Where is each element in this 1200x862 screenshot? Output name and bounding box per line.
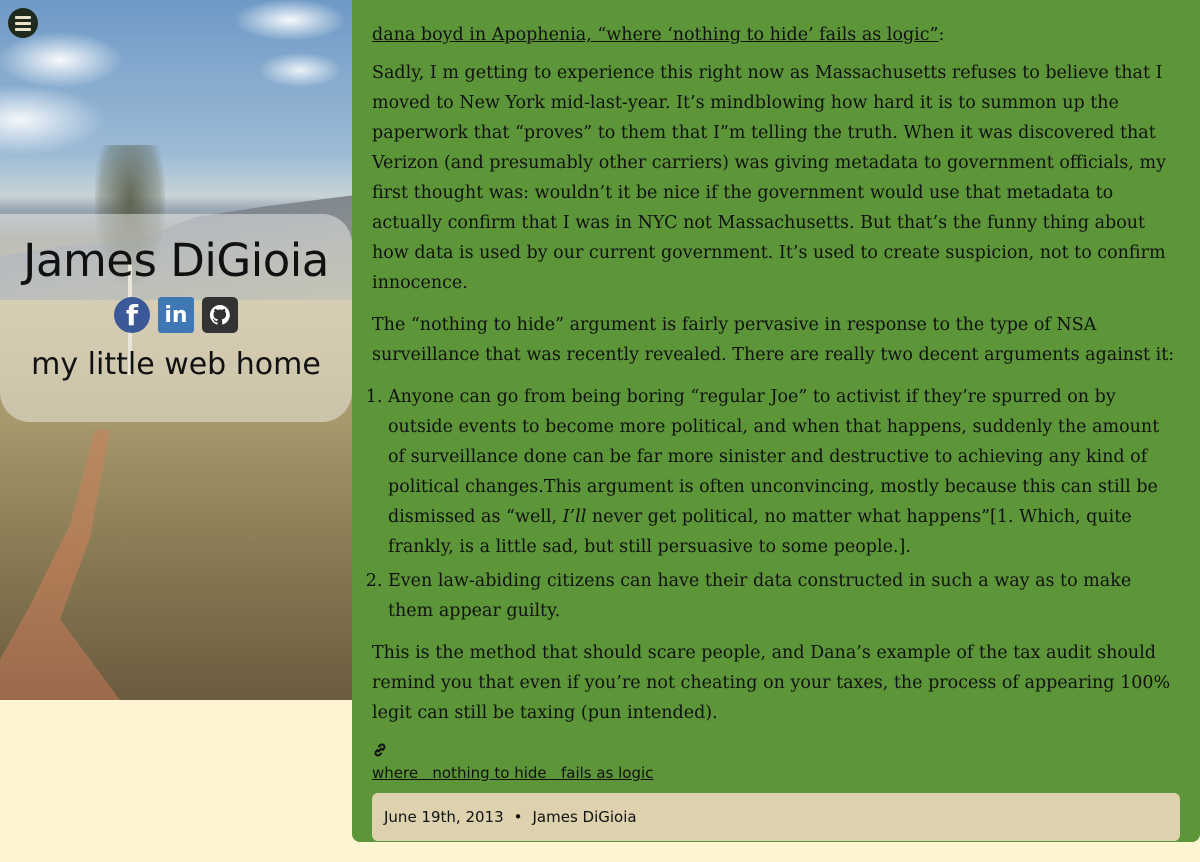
- post-date: June 19th, 2013: [384, 808, 504, 826]
- post-paragraph-2: The “nothing to hide” argument is fairly…: [372, 315, 1175, 365]
- source-link[interactable]: dana boyd in Apophenia, “where ‘nothing …: [372, 25, 939, 45]
- hamburger-icon-bar: [15, 21, 31, 25]
- hamburger-icon-bar: [15, 27, 31, 31]
- profile-card: James DiGioia f in my little web home: [0, 214, 352, 422]
- tag-link[interactable]: where nothing to hide fails as logic: [372, 764, 653, 782]
- post-tags: where nothing to hide fails as logic: [372, 763, 1180, 783]
- post-paragraph-1: Sadly, I m getting to experience this ri…: [372, 63, 1166, 293]
- list-item-1-emphasis: I’ll: [562, 507, 587, 527]
- post-card: dana boyd in Apophenia, “where ‘nothing …: [352, 0, 1200, 842]
- post-source: dana boyd in Apophenia, “where ‘nothing …: [372, 20, 1180, 50]
- list-item: Even law-abiding citizens can have their…: [388, 566, 1180, 626]
- github-icon[interactable]: [202, 297, 238, 333]
- argument-list: Anyone can go from being boring “regular…: [372, 382, 1180, 626]
- site-tagline: my little web home: [31, 347, 321, 382]
- list-item-1-text: Anyone can go from being boring “regular…: [388, 387, 1160, 527]
- social-links: f in: [0, 297, 352, 333]
- list-item: Anyone can go from being boring “regular…: [388, 382, 1180, 562]
- source-suffix: :: [938, 25, 945, 45]
- facebook-icon[interactable]: f: [114, 297, 150, 333]
- link-icon[interactable]: [372, 742, 1180, 763]
- menu-button[interactable]: [8, 8, 38, 38]
- hamburger-icon-bar: [15, 15, 31, 19]
- post-paragraph-3: This is the method that should scare peo…: [372, 643, 1171, 723]
- meta-separator: •: [513, 808, 523, 826]
- github-icon-glyph: [209, 304, 230, 325]
- post-author: James DiGioia: [532, 808, 637, 826]
- link-icon-glyph: [374, 743, 386, 757]
- site-author-name[interactable]: James DiGioia: [0, 234, 352, 287]
- post-meta: June 19th, 2013 • James DiGioia: [372, 793, 1180, 841]
- linkedin-icon[interactable]: in: [158, 297, 194, 333]
